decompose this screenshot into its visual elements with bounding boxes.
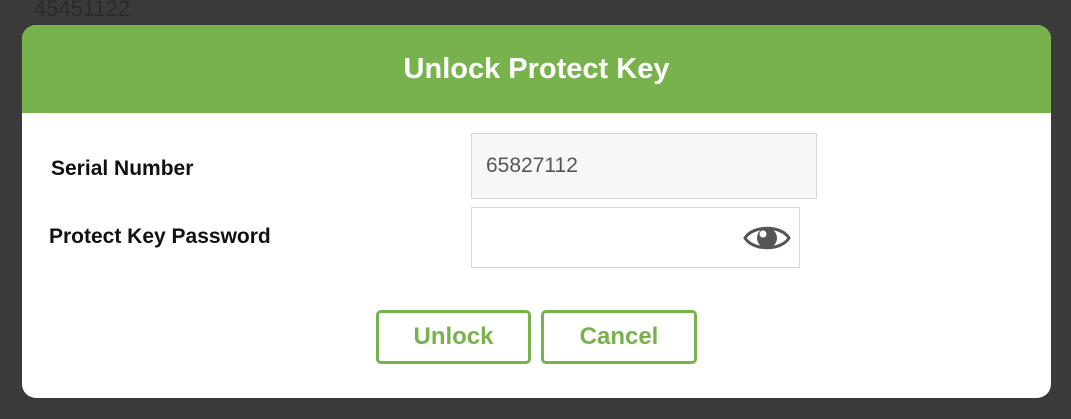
protect-key-password-label: Protect Key Password bbox=[49, 225, 271, 248]
dialog-title: Unlock Protect Key bbox=[403, 52, 670, 85]
protect-key-password-input[interactable] bbox=[472, 208, 732, 267]
unlock-protect-key-dialog: Unlock Protect Key Serial Number 6582711… bbox=[22, 25, 1051, 398]
serial-number-value: 65827112 bbox=[486, 154, 578, 177]
dialog-header: Unlock Protect Key bbox=[22, 25, 1051, 113]
password-field-wrapper bbox=[471, 207, 800, 268]
cancel-button[interactable]: Cancel bbox=[541, 310, 697, 364]
serial-number-field: 65827112 bbox=[471, 133, 817, 199]
eye-icon[interactable] bbox=[743, 221, 791, 255]
background-serial-text: 45451122 bbox=[34, 0, 131, 21]
serial-number-label: Serial Number bbox=[51, 157, 194, 180]
unlock-button[interactable]: Unlock bbox=[376, 310, 531, 364]
